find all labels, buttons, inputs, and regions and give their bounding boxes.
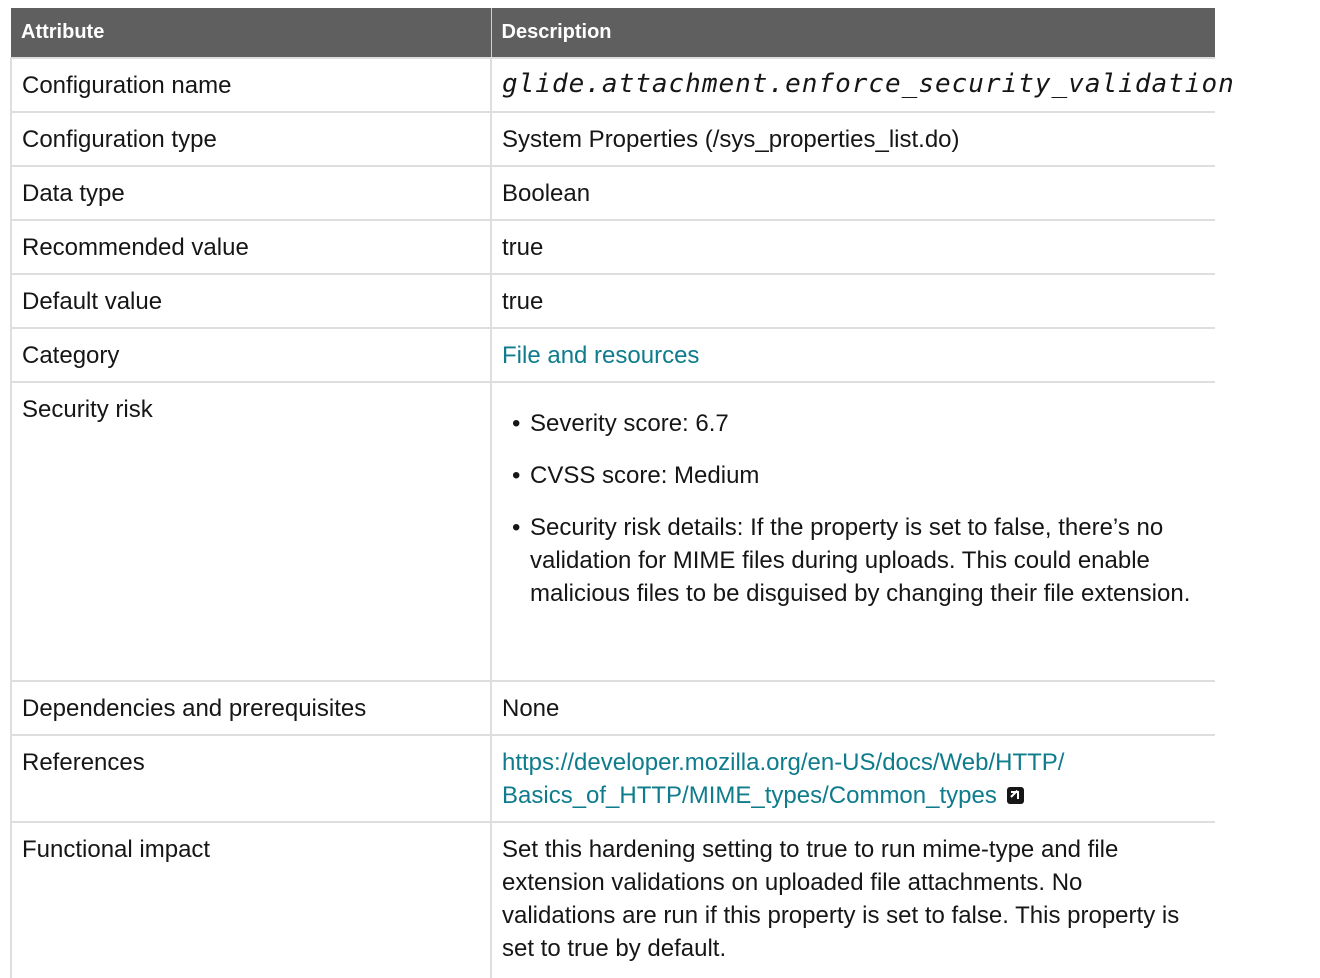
configuration-type-value: System Properties (/sys_properties_list.… — [490, 111, 1215, 166]
default-value: true — [490, 273, 1215, 328]
external-link-icon — [1006, 787, 1024, 804]
table-row: References https://developer.mozilla.org… — [10, 734, 1215, 822]
table-row: Functional impact Set this hardening set… — [10, 821, 1215, 978]
table-row: Configuration name glide.attachment.enfo… — [10, 57, 1234, 112]
table-row: Category File and resources — [10, 327, 1215, 382]
row-label-data-type: Data type — [10, 165, 491, 220]
list-item-severity-score: Severity score: 6.7 — [512, 407, 1205, 440]
row-label-security-risk: Security risk — [10, 381, 491, 681]
table-header-row: Attribute Description — [11, 8, 1215, 58]
table-row: Configuration type System Properties (/s… — [10, 111, 1215, 166]
security-risk-list: Severity score: 6.7 CVSS score: Medium S… — [502, 393, 1205, 659]
dependencies-value: None — [490, 680, 1215, 735]
row-label-default-value: Default value — [10, 273, 491, 328]
list-item-risk-details: Security risk details: If the property i… — [512, 511, 1205, 610]
data-type-value: Boolean — [490, 165, 1215, 220]
row-label-functional-impact: Functional impact — [10, 821, 491, 978]
references-link-line2: Basics_of_HTTP/MIME_types/Common_types — [502, 782, 997, 809]
references-link[interactable]: https://developer.mozilla.org/en-US/docs… — [502, 749, 1064, 809]
attribute-table-wrapper: Attribute Description Configuration name… — [10, 8, 1234, 978]
category-link[interactable]: File and resources — [502, 342, 699, 369]
table-row: Dependencies and prerequisites None — [10, 680, 1215, 735]
header-description: Description — [490, 8, 1215, 58]
category-cell: File and resources — [490, 327, 1215, 382]
row-label-references: References — [10, 734, 491, 822]
table-row: Default value true — [10, 273, 1215, 328]
row-label-category: Category — [10, 327, 491, 382]
row-label-configuration-type: Configuration type — [10, 111, 491, 166]
security-risk-cell: Severity score: 6.7 CVSS score: Medium S… — [490, 381, 1215, 681]
attribute-table: Attribute Description Configuration name… — [10, 8, 1234, 978]
table-row: Recommended value true — [10, 219, 1215, 274]
references-link-line1: https://developer.mozilla.org/en-US/docs… — [502, 749, 1065, 776]
row-label-dependencies: Dependencies and prerequisites — [10, 680, 491, 735]
row-label-configuration-name: Configuration name — [10, 57, 491, 112]
header-attribute: Attribute — [11, 8, 491, 58]
configuration-name-value: glide.attachment.enforce_security_valida… — [502, 69, 1235, 99]
row-label-recommended-value: Recommended value — [10, 219, 491, 274]
references-cell: https://developer.mozilla.org/en-US/docs… — [490, 734, 1215, 822]
list-item-cvss-score: CVSS score: Medium — [512, 459, 1205, 492]
row-value-cell: glide.attachment.enforce_security_valida… — [490, 57, 1234, 112]
table-row: Data type Boolean — [10, 165, 1215, 220]
recommended-value: true — [490, 219, 1215, 274]
table-row: Security risk Severity score: 6.7 CVSS s… — [10, 381, 1215, 681]
functional-impact-value: Set this hardening setting to true to ru… — [490, 821, 1215, 978]
